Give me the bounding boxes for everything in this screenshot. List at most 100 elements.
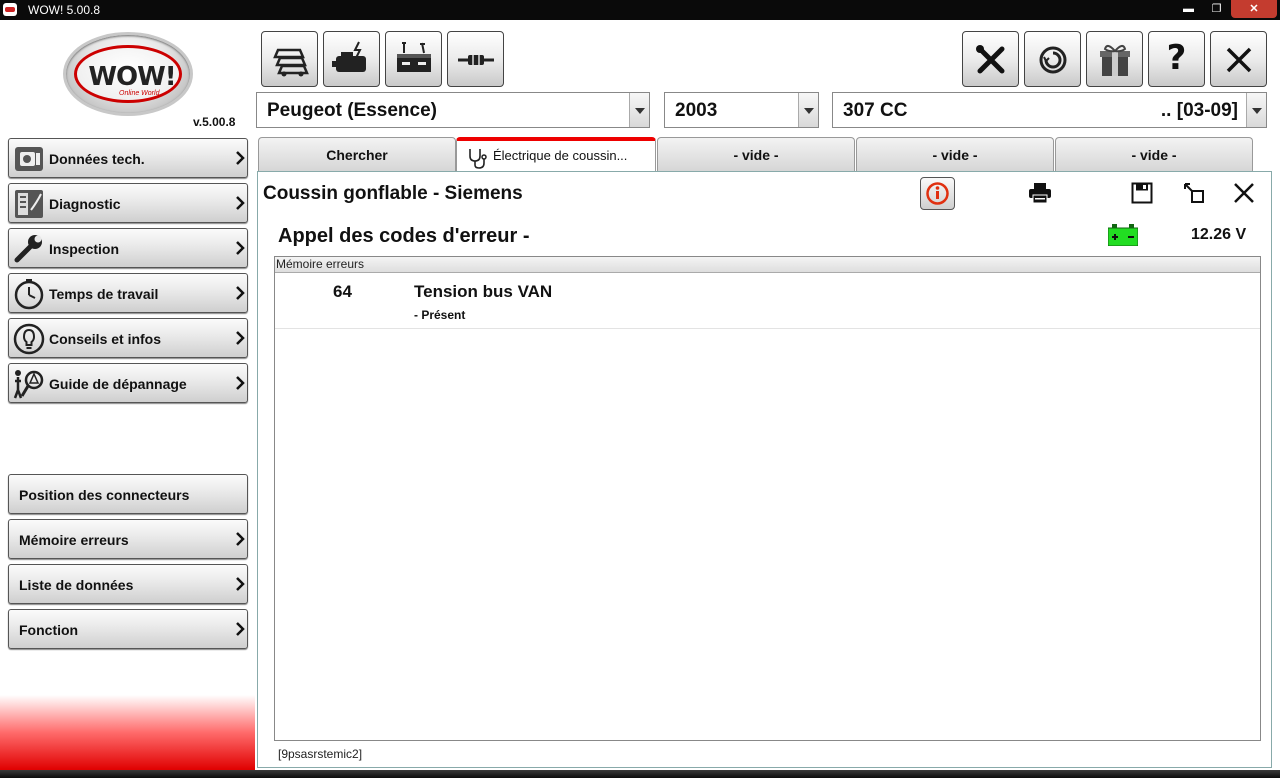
chevron-right-icon [236, 376, 245, 390]
table-row[interactable]: 64 Tension bus VAN - Présent [275, 273, 1260, 329]
logo-subtitle: Online World [119, 90, 160, 97]
troubleshoot-icon [13, 370, 44, 399]
nav-position-des-connecteurs[interactable]: Position des connecteurs [8, 474, 248, 514]
sync-icon [1039, 46, 1067, 74]
toolbar-engine-button[interactable] [323, 31, 380, 87]
error-memory-table: Mémoire erreurs 64 Tension bus VAN - Pré… [274, 256, 1261, 741]
wow-logo: WOW! Online World [63, 32, 193, 116]
tab-label: Chercher [326, 147, 388, 163]
restore-icon[interactable] [1183, 182, 1205, 204]
toolbar-connector-button[interactable] [447, 31, 504, 87]
stethoscope-icon [469, 149, 487, 169]
stopwatch-icon [14, 279, 44, 310]
nav-fonction[interactable]: Fonction [8, 609, 248, 649]
nav-guide-de-depannage[interactable]: Guide de dépannage [8, 363, 248, 403]
nav-label: Guide de dépannage [49, 376, 187, 392]
lightbulb-icon [13, 323, 45, 355]
app-icon [3, 3, 17, 16]
error-status: - Présent [414, 308, 466, 322]
toolbar-help-button[interactable]: ? [1148, 31, 1205, 87]
connector-icon [458, 55, 494, 65]
toolbar-battery-button[interactable] [385, 31, 442, 87]
chevron-right-icon [236, 196, 245, 210]
nav-memoire-erreurs[interactable]: Mémoire erreurs [8, 519, 248, 559]
gift-icon [1100, 45, 1130, 76]
year-select[interactable]: 2003 [664, 92, 819, 128]
nav-label: Liste de données [19, 577, 134, 593]
content-panel: Coussin gonflable - Siemens Appel des co… [257, 171, 1272, 768]
tab-label: Électrique de coussin... [493, 148, 628, 163]
model-select[interactable]: 307 CC .. [03-09] [832, 92, 1267, 128]
window-close-button[interactable]: ✕ [1231, 0, 1277, 18]
dropdown-arrow-icon[interactable] [629, 93, 649, 127]
battery-tools-icon [397, 42, 431, 72]
toolbar-exit-button[interactable] [1210, 31, 1267, 87]
make-value: Peugeot (Essence) [267, 100, 437, 121]
subtitle: Appel des codes d'erreur - [278, 225, 530, 247]
tab-chercher[interactable]: Chercher [258, 137, 456, 171]
tab-vide-2[interactable]: - vide - [856, 137, 1054, 171]
nav-label: Mémoire erreurs [19, 532, 129, 548]
year-value: 2003 [675, 100, 718, 121]
nav-label: Conseils et infos [49, 331, 162, 347]
print-icon[interactable] [1028, 182, 1052, 204]
module-id: [9psasrstemic2] [278, 747, 363, 761]
info-icon [926, 182, 949, 205]
dropdown-arrow-icon[interactable] [1246, 93, 1266, 127]
nav-inspection[interactable]: Inspection [8, 228, 248, 268]
chevron-right-icon [236, 532, 245, 546]
error-description: Tension bus VAN [414, 282, 553, 301]
tab-label: - vide - [1131, 147, 1177, 163]
version-label: v.5.00.8 [193, 115, 236, 129]
cars-icon [273, 48, 309, 77]
nav-temps-de-travail[interactable]: Temps de travail [8, 273, 248, 313]
tab-vide-3[interactable]: - vide - [1055, 137, 1253, 171]
engine-data-icon [15, 147, 43, 171]
info-button[interactable] [920, 177, 955, 210]
window-titlebar: WOW! 5.00.8 ▬ ❐ ✕ [0, 0, 1280, 20]
make-select[interactable]: Peugeot (Essence) [256, 92, 650, 128]
wrench-icon [14, 235, 42, 263]
tab-label: - vide - [733, 147, 779, 163]
voltage-readout: 12.26 V [1191, 226, 1247, 243]
chevron-right-icon [236, 286, 245, 300]
toolbar-tools-button[interactable] [962, 31, 1019, 87]
minimize-button[interactable]: ▬ [1175, 0, 1202, 18]
nav-conseils-et-infos[interactable]: Conseils et infos [8, 318, 248, 358]
tab-vide-1[interactable]: - vide - [657, 137, 855, 171]
toolbar-sync-button[interactable] [1024, 31, 1081, 87]
diagnostic-icon [15, 190, 43, 218]
nav-label: Données tech. [49, 151, 145, 167]
nav-donnees-tech[interactable]: Données tech. [8, 138, 248, 178]
model-value: 307 CC [843, 100, 908, 121]
save-icon[interactable] [1131, 182, 1153, 204]
nav-label: Inspection [49, 241, 120, 257]
maximize-button[interactable]: ❐ [1203, 0, 1230, 18]
dropdown-arrow-icon[interactable] [798, 93, 818, 127]
tab-label: - vide - [932, 147, 978, 163]
table-header: Mémoire erreurs [275, 257, 1260, 273]
taskbar [0, 770, 1280, 778]
exit-icon [1226, 47, 1252, 73]
nav-diagnostic[interactable]: Diagnostic [8, 183, 248, 223]
red-gradient-decoration [0, 695, 255, 770]
tab-electrique-de-coussin[interactable]: Électrique de coussin... [456, 137, 656, 171]
toolbar-cars-button[interactable] [261, 31, 318, 87]
model-range: .. [03-09] [1160, 100, 1238, 121]
nav-liste-de-donnees[interactable]: Liste de données [8, 564, 248, 604]
error-code: 64 [333, 282, 352, 301]
chevron-right-icon [236, 151, 245, 165]
close-icon[interactable] [1233, 182, 1255, 204]
chevron-right-icon [236, 331, 245, 345]
tools-icon [976, 45, 1005, 74]
battery-icon [1108, 224, 1138, 246]
toolbar-gift-button[interactable] [1086, 31, 1143, 87]
left-panel: WOW! Online World v.5.00.8 Données tech.… [0, 20, 255, 770]
help-icon: ? [1166, 38, 1187, 78]
window-title: WOW! 5.00.8 [28, 3, 101, 17]
nav-label: Position des connecteurs [19, 487, 190, 503]
nav-label: Diagnostic [49, 196, 121, 212]
logo-text: WOW! [88, 62, 176, 92]
module-title: Coussin gonflable - Siemens [263, 183, 523, 204]
nav-label: Fonction [19, 622, 79, 638]
